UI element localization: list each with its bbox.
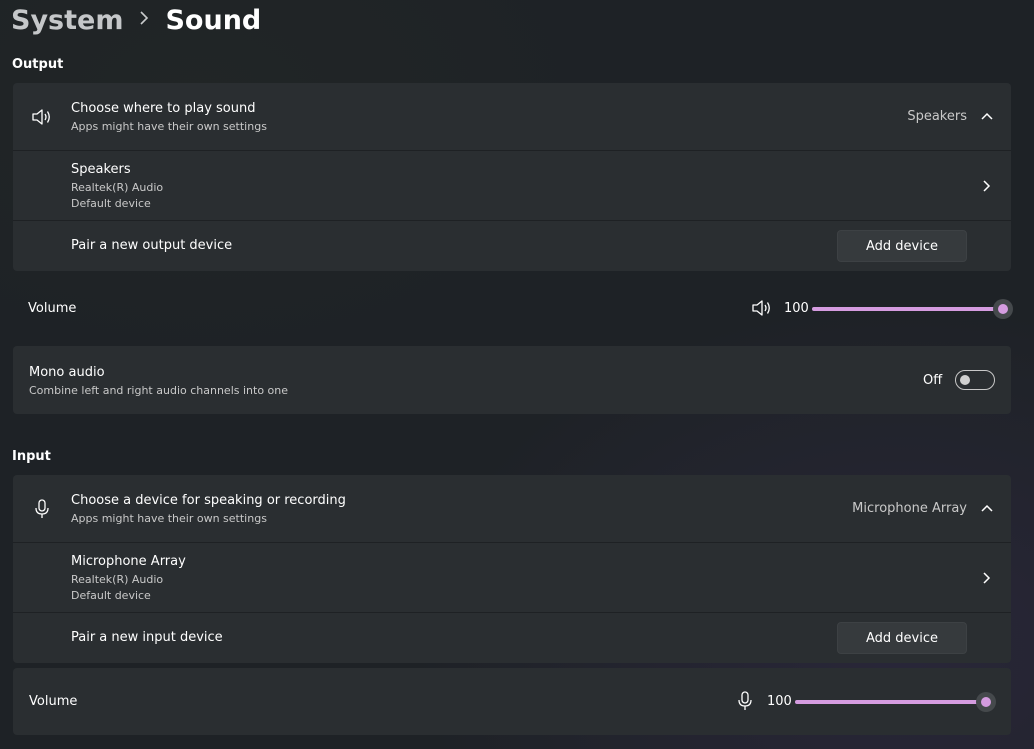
output-device-name: Speakers xyxy=(71,162,131,177)
output-pair-row: Pair a new output device Add device xyxy=(13,221,1011,271)
input-choose-subtitle: Apps might have their own settings xyxy=(71,512,267,525)
input-pair-label: Pair a new input device xyxy=(71,630,223,645)
add-input-device-button[interactable]: Add device xyxy=(837,622,967,654)
output-choose-subtitle: Apps might have their own settings xyxy=(71,120,267,133)
input-device-driver: Realtek(R) Audio xyxy=(71,573,164,586)
input-choose-row[interactable]: Choose a device for speaking or recordin… xyxy=(13,475,1011,542)
input-device-status: Default device xyxy=(71,589,151,602)
microphone-icon xyxy=(31,498,53,520)
mono-audio-state: Off xyxy=(923,373,943,388)
page-title: Sound xyxy=(165,4,262,36)
mono-audio-toggle[interactable] xyxy=(955,370,995,390)
output-device-speakers-row[interactable]: Speakers Realtek(R) Audio Default device xyxy=(13,151,1011,220)
output-volume-value: 100 xyxy=(784,301,809,316)
breadcrumb-system-link[interactable]: System xyxy=(11,5,123,36)
speaker-icon[interactable] xyxy=(751,299,773,319)
input-volume-slider[interactable] xyxy=(795,691,997,713)
mono-audio-subtitle: Combine left and right audio channels in… xyxy=(29,384,289,397)
input-section-title: Input xyxy=(12,449,51,464)
input-device-name: Microphone Array xyxy=(71,554,186,569)
breadcrumb: System Sound xyxy=(11,0,261,40)
input-pair-row: Pair a new input device Add device xyxy=(13,613,1011,663)
output-device-driver: Realtek(R) Audio xyxy=(71,181,164,194)
chevron-up-icon[interactable] xyxy=(979,108,995,124)
input-choose-title: Choose a device for speaking or recordin… xyxy=(71,493,346,508)
output-section-title: Output xyxy=(12,57,64,72)
output-choose-row[interactable]: Choose where to play sound Apps might ha… xyxy=(13,83,1011,150)
input-selected-device: Microphone Array xyxy=(852,501,967,516)
input-device-microphone-row[interactable]: Microphone Array Realtek(R) Audio Defaul… xyxy=(13,543,1011,612)
chevron-right-icon xyxy=(979,570,995,586)
chevron-right-icon xyxy=(139,9,149,30)
add-output-device-button[interactable]: Add device xyxy=(837,230,967,262)
input-volume-value: 100 xyxy=(767,694,792,709)
slider-track xyxy=(812,307,1003,311)
output-volume-thumb[interactable] xyxy=(993,299,1013,319)
microphone-icon[interactable] xyxy=(737,691,753,711)
output-choose-title: Choose where to play sound xyxy=(71,101,256,116)
output-device-status: Default device xyxy=(71,197,151,210)
output-device-card: Choose where to play sound Apps might ha… xyxy=(13,83,1011,271)
input-volume-label: Volume xyxy=(29,694,78,709)
slider-track xyxy=(795,700,986,704)
output-volume-slider[interactable] xyxy=(812,298,1014,320)
input-volume-thumb[interactable] xyxy=(976,692,996,712)
chevron-up-icon[interactable] xyxy=(979,500,995,516)
speaker-icon xyxy=(31,106,53,128)
input-volume-card: Volume 100 xyxy=(13,668,1011,735)
chevron-right-icon xyxy=(979,178,995,194)
output-selected-device: Speakers xyxy=(907,109,967,124)
output-pair-label: Pair a new output device xyxy=(71,238,233,253)
mono-audio-title: Mono audio xyxy=(29,365,105,380)
input-device-card: Choose a device for speaking or recordin… xyxy=(13,475,1011,663)
mono-audio-card: Mono audio Combine left and right audio … xyxy=(13,346,1011,414)
output-volume-label: Volume xyxy=(28,301,77,316)
